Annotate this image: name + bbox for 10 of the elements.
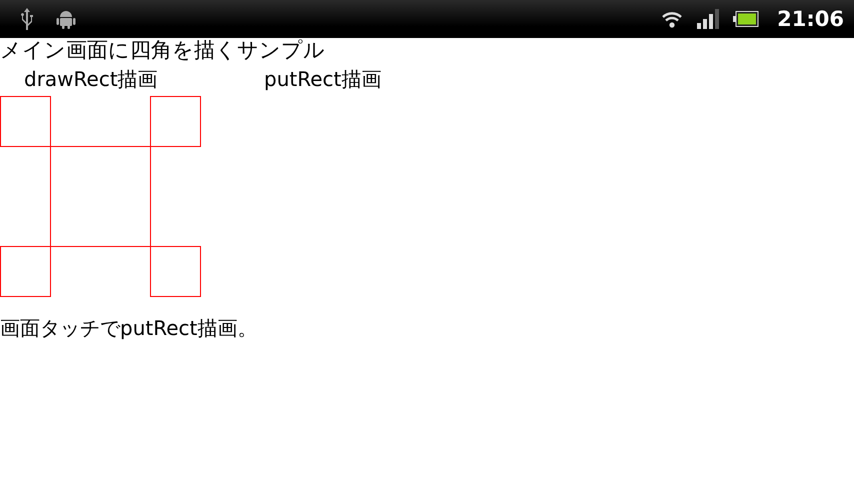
- screen-title: メイン画面に四角を描くサンプル: [0, 38, 325, 62]
- wifi-icon: [661, 9, 684, 29]
- section-label: putRect描画: [264, 66, 382, 92]
- battery-icon: [733, 11, 760, 27]
- usb-icon: [20, 8, 34, 30]
- section-label: drawRect描画: [24, 66, 159, 92]
- signal-icon: [697, 9, 720, 29]
- clock-time: 21:06: [777, 7, 844, 31]
- android-icon: [56, 9, 76, 29]
- instruction-text: 画面タッチでputRect描画。: [0, 316, 258, 340]
